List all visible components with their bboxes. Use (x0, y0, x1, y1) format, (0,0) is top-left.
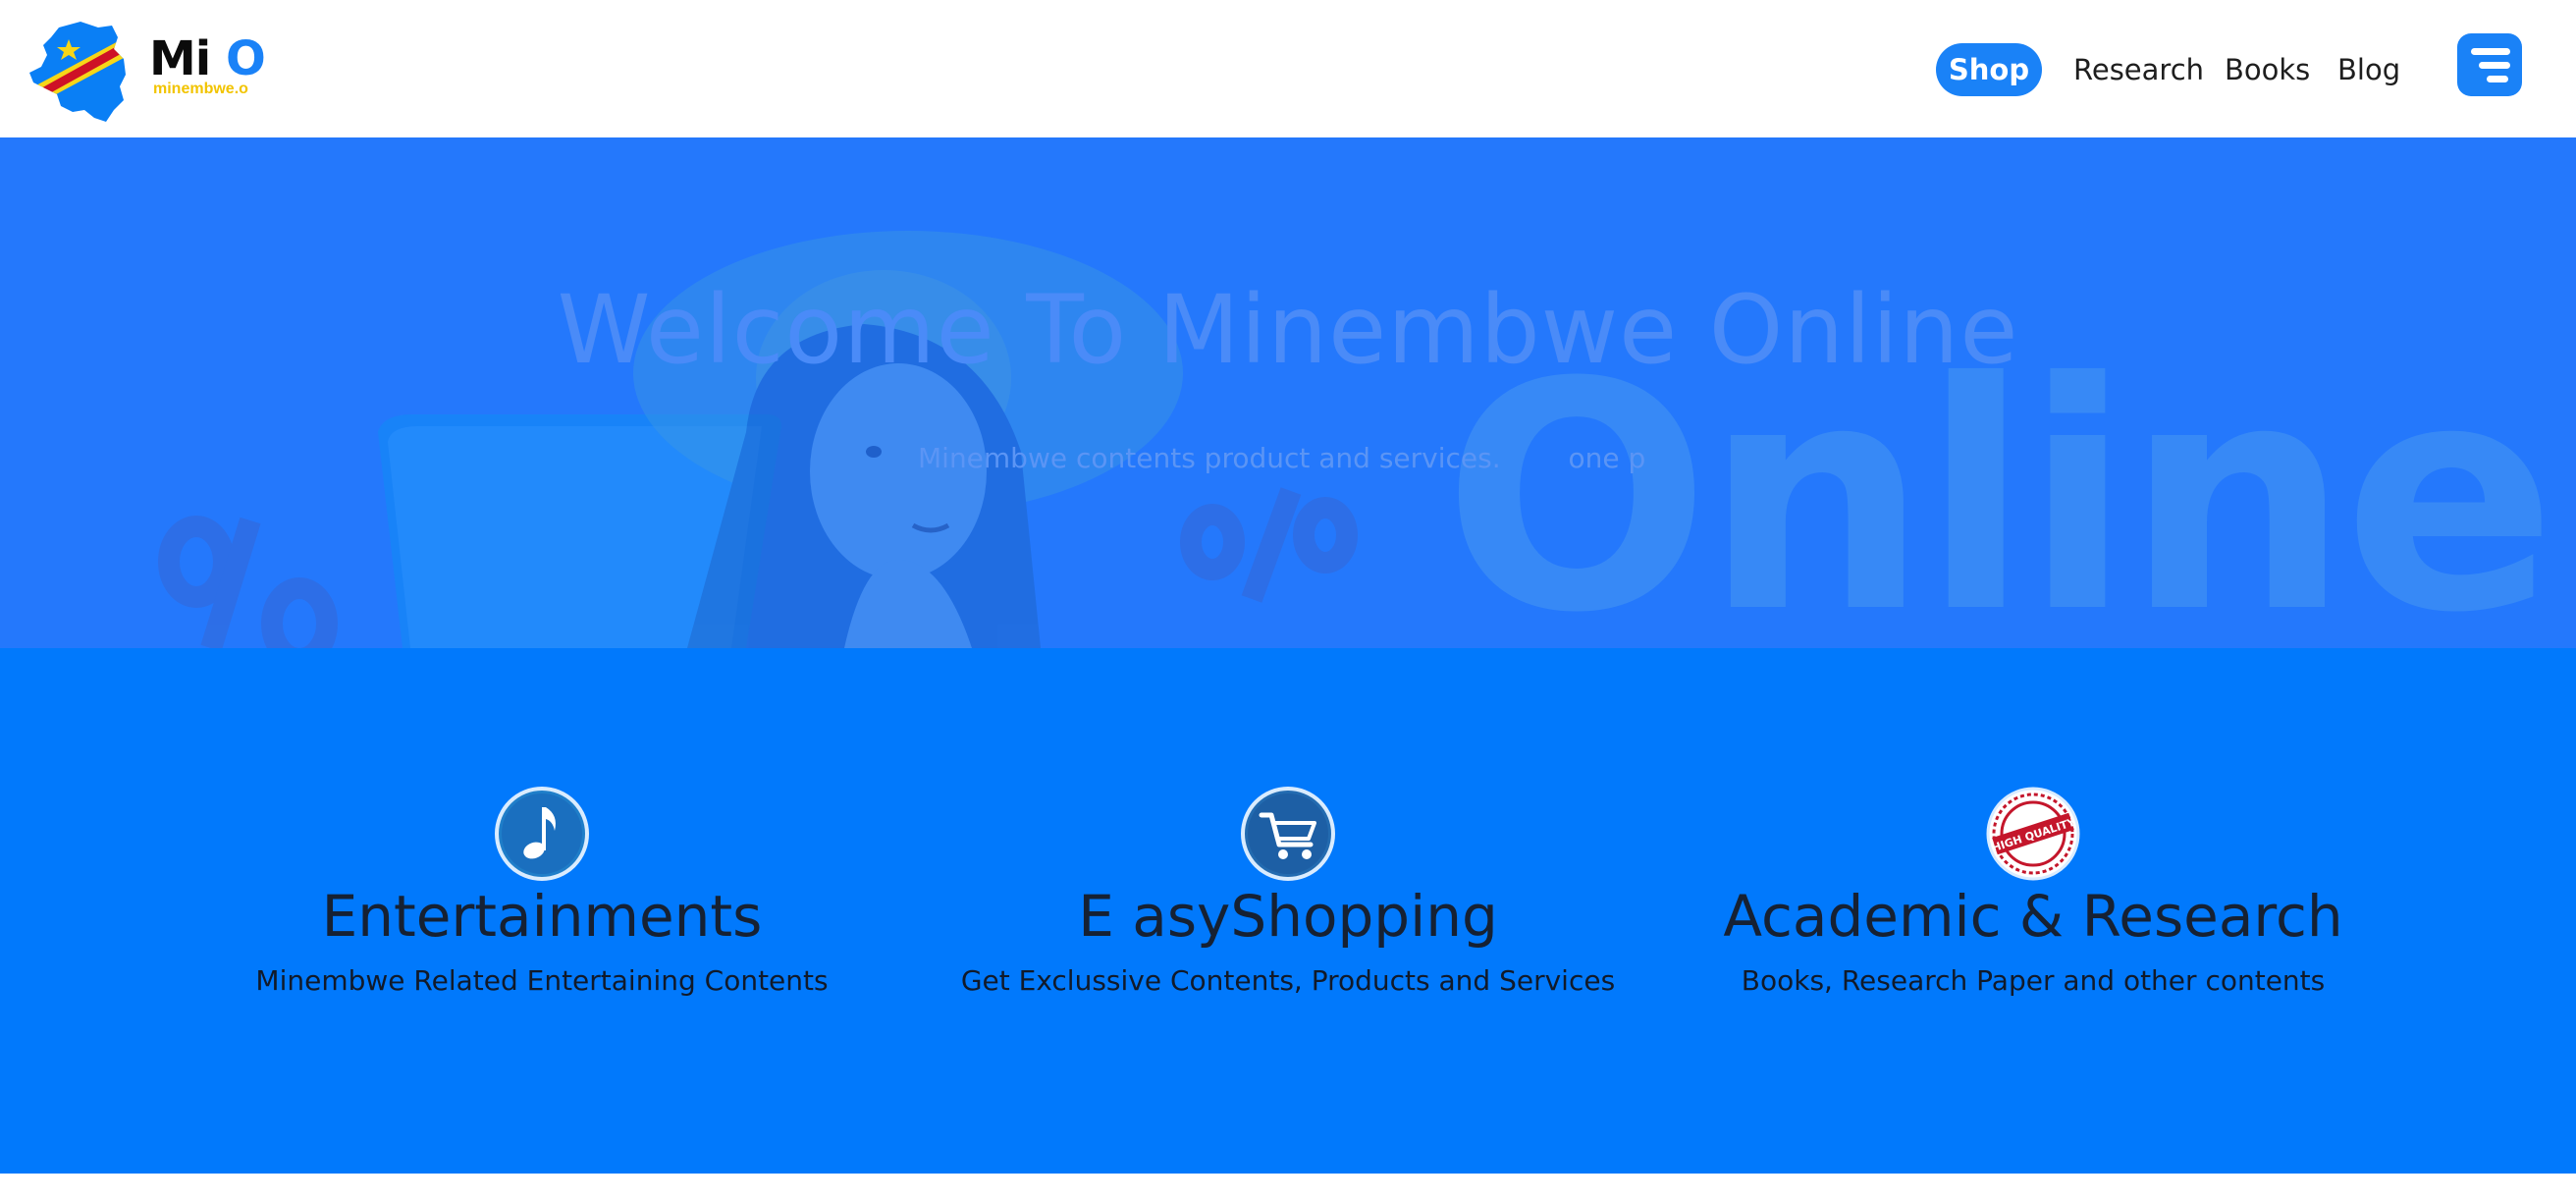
feature-title: E asyShopping (1078, 883, 1498, 950)
feature-easy-shopping[interactable]: E asyShopping Get Exclussive Contents, P… (915, 786, 1661, 997)
hero-subtitle-text: Minembwe contents product and services. (918, 442, 1501, 474)
hero-subtitle: Minembwe contents product and services. … (918, 442, 1645, 474)
brand-tagline: minembwe.o (153, 81, 248, 97)
feature-description: Books, Research Paper and other contents (1741, 964, 2326, 997)
nav-item-shop[interactable]: Shop (1936, 43, 2042, 96)
drc-map-flag-icon (29, 22, 126, 122)
features-section: Entertainments Minembwe Related Entertai… (0, 648, 2576, 1174)
hamburger-menu-icon (2471, 48, 2510, 55)
music-note-icon (495, 787, 589, 881)
brand-title-main: Mi (149, 31, 211, 86)
hero-title: Welcome To Minembwe Online (557, 275, 2019, 385)
site-header: Mi O minembwe.o Shop Research Books Blog (0, 0, 2576, 137)
feature-description: Minembwe Related Entertaining Contents (255, 964, 829, 997)
feature-description: Get Exclussive Contents, Products and Se… (960, 964, 1616, 997)
high-quality-badge-icon: HIGH QUALITY (1986, 787, 2080, 881)
feature-title: Academic & Research (1723, 883, 2343, 950)
hero-background-illustration: Online (0, 137, 2576, 648)
feature-title: Entertainments (321, 883, 763, 950)
feature-entertainments[interactable]: Entertainments Minembwe Related Entertai… (169, 786, 915, 997)
hero-subtitle-fragment: one p (1568, 442, 1646, 474)
site-logo[interactable]: Mi O minembwe.o (29, 16, 266, 124)
shopping-cart-icon (1241, 787, 1335, 881)
nav-item-blog[interactable]: Blog (2337, 43, 2400, 96)
nav-item-books[interactable]: Books (2225, 43, 2310, 96)
brand-title-accent: O (225, 31, 266, 86)
menu-toggle-button[interactable] (2457, 33, 2522, 96)
hero-banner: Online Welcome To Minembwe Online Minemb… (0, 137, 2576, 648)
brand-title: Mi O (149, 35, 266, 82)
feature-academic-research[interactable]: HIGH QUALITY Academic & Research Books, … (1660, 786, 2406, 997)
nav-item-research[interactable]: Research (2073, 43, 2204, 96)
